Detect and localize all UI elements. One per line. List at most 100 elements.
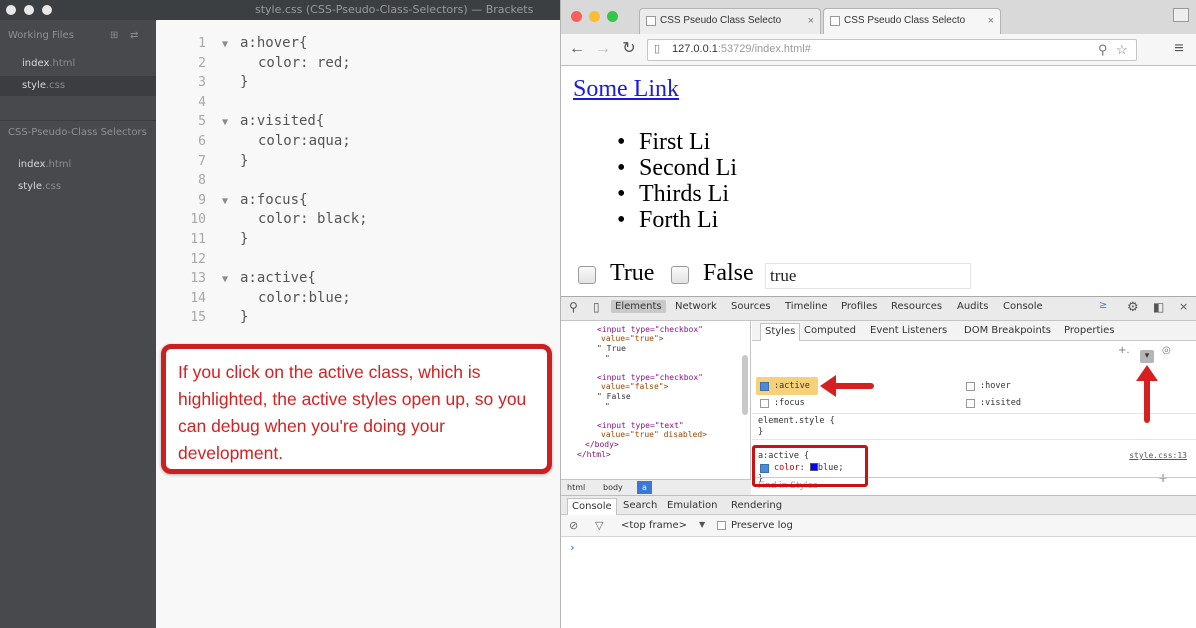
true-checkbox[interactable]	[578, 266, 596, 284]
fold-arrow-icon[interactable]: ▼	[222, 192, 228, 212]
filter-icon[interactable]: ▽	[595, 519, 603, 532]
close-window-icon[interactable]	[571, 11, 582, 22]
minimize-window-icon[interactable]	[589, 11, 600, 22]
project-file-index-html[interactable]: index.html	[0, 155, 156, 175]
dom-node[interactable]: <input type="text"	[597, 421, 684, 430]
drawer-tab-console[interactable]: Console	[567, 498, 617, 515]
fold-arrow-icon[interactable]: ▼	[222, 270, 228, 290]
arrow-head-up-icon	[1136, 365, 1158, 381]
elements-scrollbar[interactable]	[742, 355, 748, 415]
toggle-element-state-icon[interactable]: ▾	[1140, 350, 1154, 363]
fold-arrow-icon[interactable]: ▼	[222, 35, 228, 55]
zoom-window-icon[interactable]	[607, 11, 618, 22]
tab-network[interactable]: Network	[675, 301, 717, 312]
bookmark-star-icon[interactable]: ☆	[1116, 42, 1128, 58]
visited-state-checkbox[interactable]	[966, 399, 975, 408]
dom-node[interactable]: <input type="checkbox"	[597, 325, 703, 334]
project-label[interactable]: CSS-Pseudo-Class Selectors	[8, 127, 147, 138]
working-file-style-css[interactable]: style.css	[0, 76, 156, 96]
browser-tab-2[interactable]: CSS Pseudo Class Selecto ×	[823, 8, 1001, 34]
fold-arrow-icon[interactable]: ▼	[222, 113, 228, 133]
rule-divider	[752, 413, 1196, 414]
address-bar[interactable]: ▯ 127.0.0.1:53729/index.html# ⚲ ☆	[647, 39, 1137, 61]
device-mode-icon[interactable]: ▯	[593, 300, 600, 314]
active-state-checkbox[interactable]	[760, 382, 769, 391]
code-line: 3}	[198, 74, 249, 91]
console-prompt[interactable]: ›	[569, 541, 576, 554]
dock-icon[interactable]: ◧	[1153, 300, 1164, 314]
editor-title: style.css (CSS-Pseudo-Class-Selectors) —…	[255, 3, 534, 16]
preserve-log-label: Preserve log	[731, 520, 793, 531]
working-file-index-html[interactable]: index.html	[0, 54, 156, 74]
false-checkbox[interactable]	[671, 266, 689, 284]
annotation-arrow	[1144, 377, 1150, 423]
dom-node[interactable]: </html>	[577, 450, 611, 459]
rule-source-link[interactable]: style.css:13	[1129, 451, 1187, 460]
browser-tabbar: CSS Pseudo Class Selecto × CSS Pseudo Cl…	[561, 0, 1196, 34]
code-editor[interactable]: 1 ▼ a:hover{ 2 color: red; 3} 4 5 ▼ a:visited…	[156, 20, 560, 628]
inspect-element-icon[interactable]: ⚲	[569, 300, 578, 314]
focus-state-checkbox[interactable]	[760, 399, 769, 408]
profile-icon[interactable]	[1173, 8, 1189, 22]
console-drawer-tabs: Console Search Emulation Rendering	[561, 495, 1196, 515]
preserve-log-checkbox[interactable]	[717, 521, 726, 530]
devtools-panel: ⚲ ▯ Elements Network Sources Timeline Pr…	[561, 296, 1196, 628]
annotation-arrow	[832, 383, 874, 389]
new-style-rule-icon[interactable]: +.	[1118, 345, 1130, 356]
search-icon[interactable]: ⚲	[1098, 42, 1108, 58]
code-line: 6 color:aqua;	[198, 133, 351, 149]
disabled-text-input[interactable]: true	[765, 263, 971, 289]
browser-tab-1[interactable]: CSS Pseudo Class Selecto ×	[639, 8, 821, 34]
crumb-a[interactable]: a	[637, 481, 652, 494]
tab-timeline[interactable]: Timeline	[785, 301, 828, 312]
code-line: 8	[198, 173, 206, 189]
console-toolbar: ⊘ ▽ <top frame> ▼ Preserve log	[561, 515, 1196, 537]
tab-event-listeners[interactable]: Event Listeners	[870, 325, 947, 336]
page-info-icon[interactable]: ▯	[654, 42, 660, 55]
dom-node[interactable]: </body>	[585, 440, 619, 449]
page-favicon-icon	[830, 16, 840, 26]
tab-elements[interactable]: Elements	[611, 300, 666, 313]
tab-audits[interactable]: Audits	[957, 301, 988, 312]
code-line: 5 ▼ a:visited{	[156, 112, 560, 132]
tab-properties[interactable]: Properties	[1064, 325, 1115, 336]
tab-close-icon[interactable]: ×	[808, 9, 814, 33]
tab-computed[interactable]: Computed	[804, 325, 856, 336]
minimize-window-icon[interactable]	[24, 5, 34, 15]
crumb-body[interactable]: body	[603, 480, 623, 495]
annotation-highlight-box	[752, 445, 868, 487]
gear-icon[interactable]: ⚙	[1127, 300, 1139, 315]
drawer-tab-rendering[interactable]: Rendering	[731, 500, 782, 511]
close-icon[interactable]: ×	[1179, 300, 1188, 313]
console-drawer-icon[interactable]: ≥	[1099, 300, 1107, 311]
drawer-tab-search[interactable]: Search	[623, 500, 657, 511]
tab-resources[interactable]: Resources	[891, 301, 942, 312]
some-link[interactable]: Some Link	[573, 76, 679, 103]
element-style-selector[interactable]: element.style {	[758, 416, 835, 426]
tab-console[interactable]: Console	[1003, 301, 1043, 312]
zoom-window-icon[interactable]	[42, 5, 52, 15]
hover-state-checkbox[interactable]	[966, 382, 975, 391]
tab-sources[interactable]: Sources	[731, 301, 771, 312]
clear-console-icon[interactable]: ⊘	[569, 519, 578, 532]
arrows-icon[interactable]: ⇄	[130, 30, 138, 41]
forward-icon[interactable]: →	[593, 39, 613, 59]
true-checkbox-label: True	[610, 260, 655, 286]
split-view-icon[interactable]: ⊞	[110, 30, 118, 41]
close-window-icon[interactable]	[6, 5, 16, 15]
color-format-icon[interactable]: ◎	[1162, 345, 1171, 356]
project-file-style-css[interactable]: style.css	[0, 177, 156, 197]
reload-icon[interactable]: ↻	[619, 39, 639, 59]
menu-icon[interactable]: ≡	[1169, 39, 1189, 59]
back-icon[interactable]: ←	[567, 39, 587, 59]
chevron-down-icon[interactable]: ▼	[699, 520, 705, 529]
tab-dom-breakpoints[interactable]: DOM Breakpoints	[964, 325, 1051, 336]
crumb-html[interactable]: html	[567, 480, 585, 495]
tab-profiles[interactable]: Profiles	[841, 301, 877, 312]
drawer-tab-emulation[interactable]: Emulation	[667, 500, 717, 511]
frame-selector[interactable]: <top frame>	[621, 520, 687, 531]
tab-styles[interactable]: Styles	[760, 323, 801, 341]
dom-node[interactable]: <input type="checkbox"	[597, 373, 703, 382]
tab-close-icon[interactable]: ×	[988, 9, 994, 33]
elements-tree[interactable]: <input type="checkbox" value="true"> " T…	[561, 321, 751, 479]
